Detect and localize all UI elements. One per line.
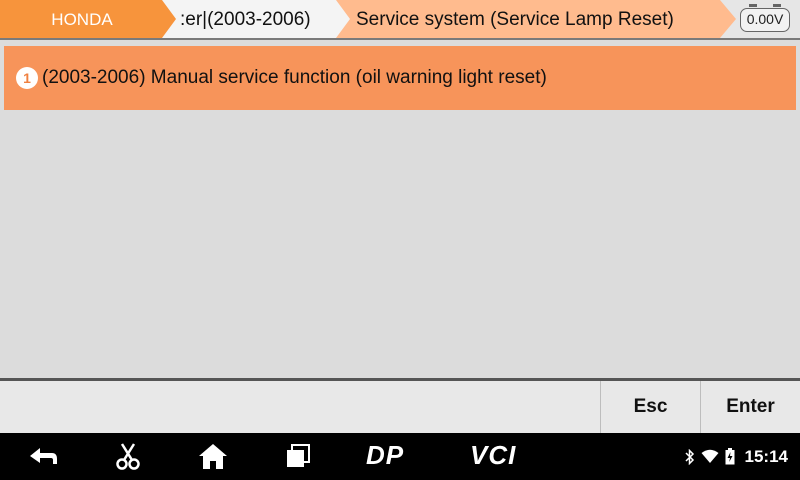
breadcrumb-model[interactable]: :er|(2003-2006): [162, 0, 352, 38]
list-item[interactable]: 1 (2003-2006) Manual service function (o…: [4, 46, 796, 110]
back-icon[interactable]: [26, 441, 60, 471]
enter-button[interactable]: Enter: [700, 381, 800, 433]
battery-voltage-indicator: 0.00V: [740, 4, 790, 32]
status-clock: 15:14: [744, 446, 788, 466]
breadcrumb-function[interactable]: Service system (Service Lamp Reset): [336, 0, 736, 38]
function-list: 1 (2003-2006) Manual service function (o…: [0, 40, 800, 378]
action-bar: Esc Enter: [0, 378, 800, 433]
breadcrumb: HONDA :er|(2003-2006) Service system (Se…: [0, 0, 800, 40]
dp-icon[interactable]: DP: [366, 440, 404, 470]
item-label: (2003-2006) Manual service function (oil…: [42, 67, 547, 88]
bluetooth-icon: [684, 448, 695, 465]
screen: HONDA :er|(2003-2006) Service system (Se…: [0, 0, 800, 480]
scissors-icon[interactable]: [111, 441, 145, 471]
esc-button[interactable]: Esc: [600, 381, 700, 433]
recent-apps-icon[interactable]: [281, 441, 315, 471]
system-nav-bar: DP VCI 15:14: [0, 433, 800, 480]
battery-icon: [725, 448, 735, 465]
wifi-icon: [701, 449, 719, 464]
home-icon[interactable]: [196, 441, 230, 471]
status-area: 15:14: [679, 433, 788, 480]
item-number-badge: 1: [16, 67, 38, 89]
breadcrumb-make[interactable]: HONDA: [0, 0, 178, 38]
vci-icon[interactable]: VCI: [470, 440, 516, 470]
